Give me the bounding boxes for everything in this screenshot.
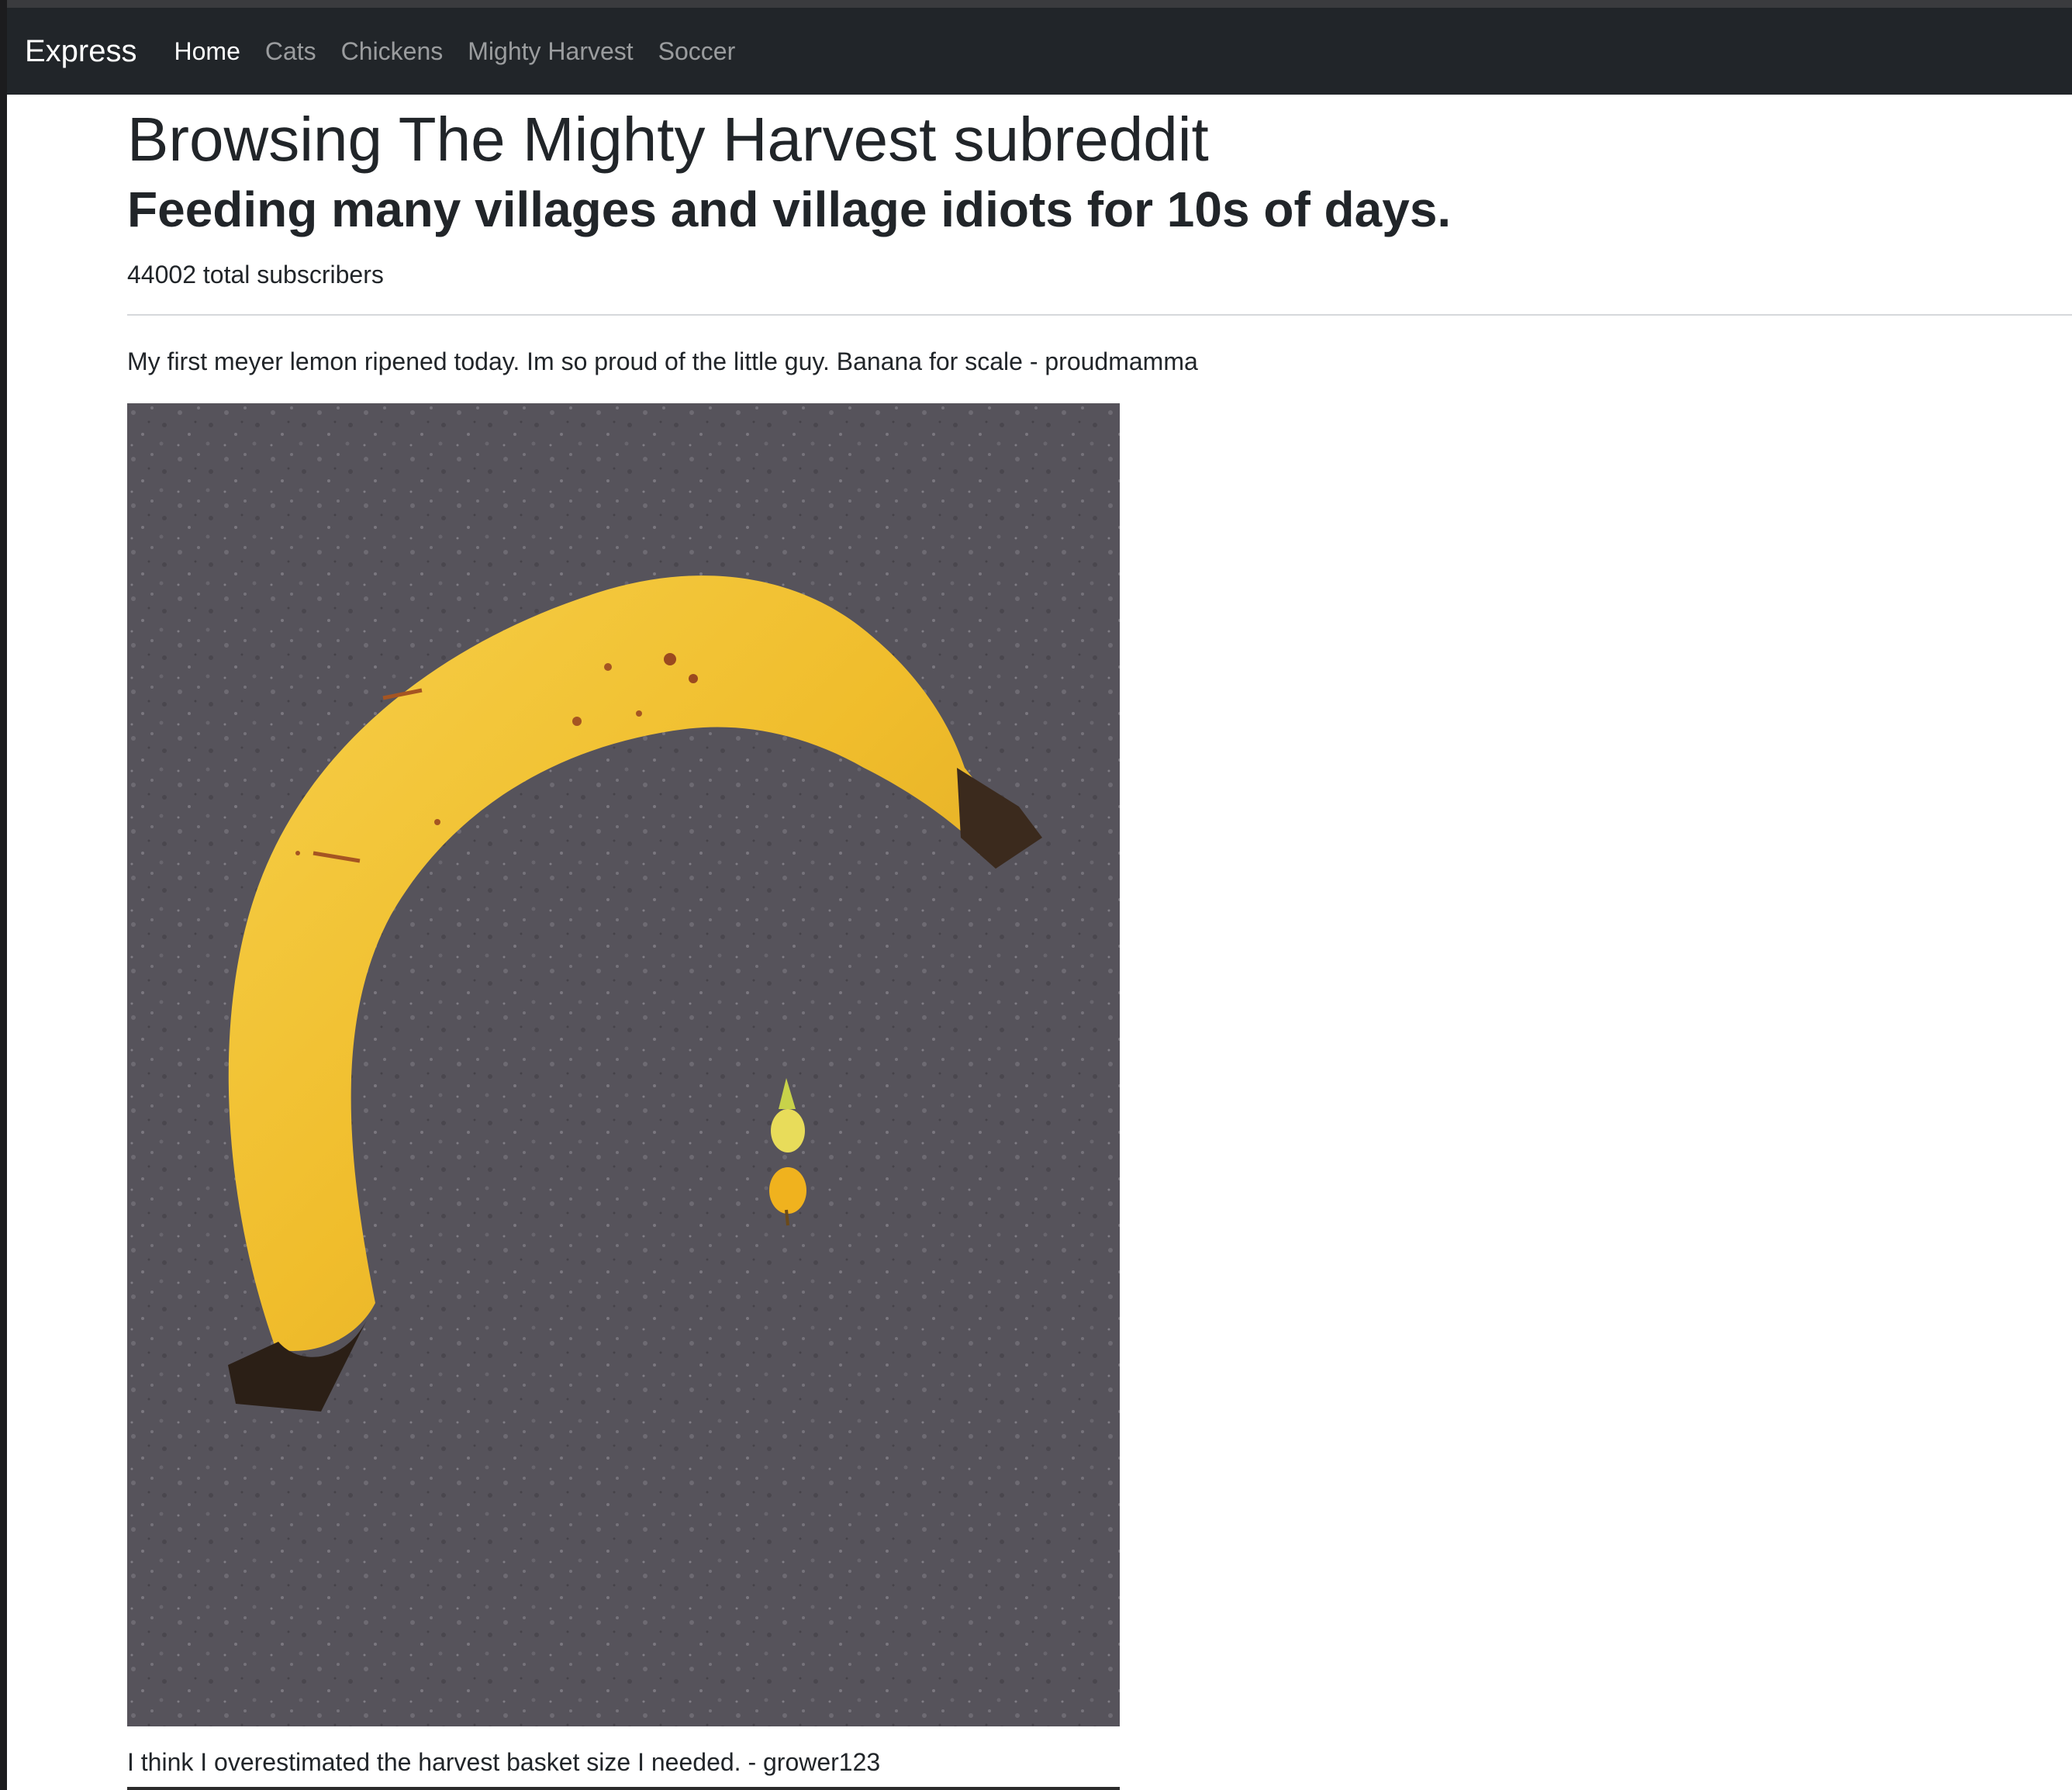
- nav-link-soccer[interactable]: Soccer: [658, 39, 736, 64]
- post-caption-above: My first meyer lemon ripened today. Im s…: [127, 347, 1198, 375]
- nav-link-home[interactable]: Home: [174, 39, 240, 64]
- page-title: Browsing The Mighty Harvest subreddit: [127, 105, 1209, 174]
- window-left-edge: [0, 0, 7, 1790]
- navbar: Express Home Cats Chickens Mighty Harves…: [7, 8, 2072, 95]
- next-post-image-edge: [127, 1787, 1120, 1790]
- nav-link-cats[interactable]: Cats: [265, 39, 316, 64]
- post-caption-below: I think I overestimated the harvest bask…: [127, 1748, 881, 1776]
- nav-link-chickens[interactable]: Chickens: [341, 39, 444, 64]
- section-divider: [127, 314, 2072, 316]
- page-subtitle: Feeding many villages and village idiots…: [127, 181, 1452, 237]
- page: Express Home Cats Chickens Mighty Harves…: [0, 0, 2072, 1790]
- subscriber-count: 44002 total subscribers: [127, 261, 384, 289]
- post-image-banana-lemon: [127, 403, 1120, 1726]
- nav-link-mighty-harvest[interactable]: Mighty Harvest: [468, 39, 633, 64]
- window-top-strip: [0, 0, 2072, 8]
- navbar-brand[interactable]: Express: [25, 36, 137, 67]
